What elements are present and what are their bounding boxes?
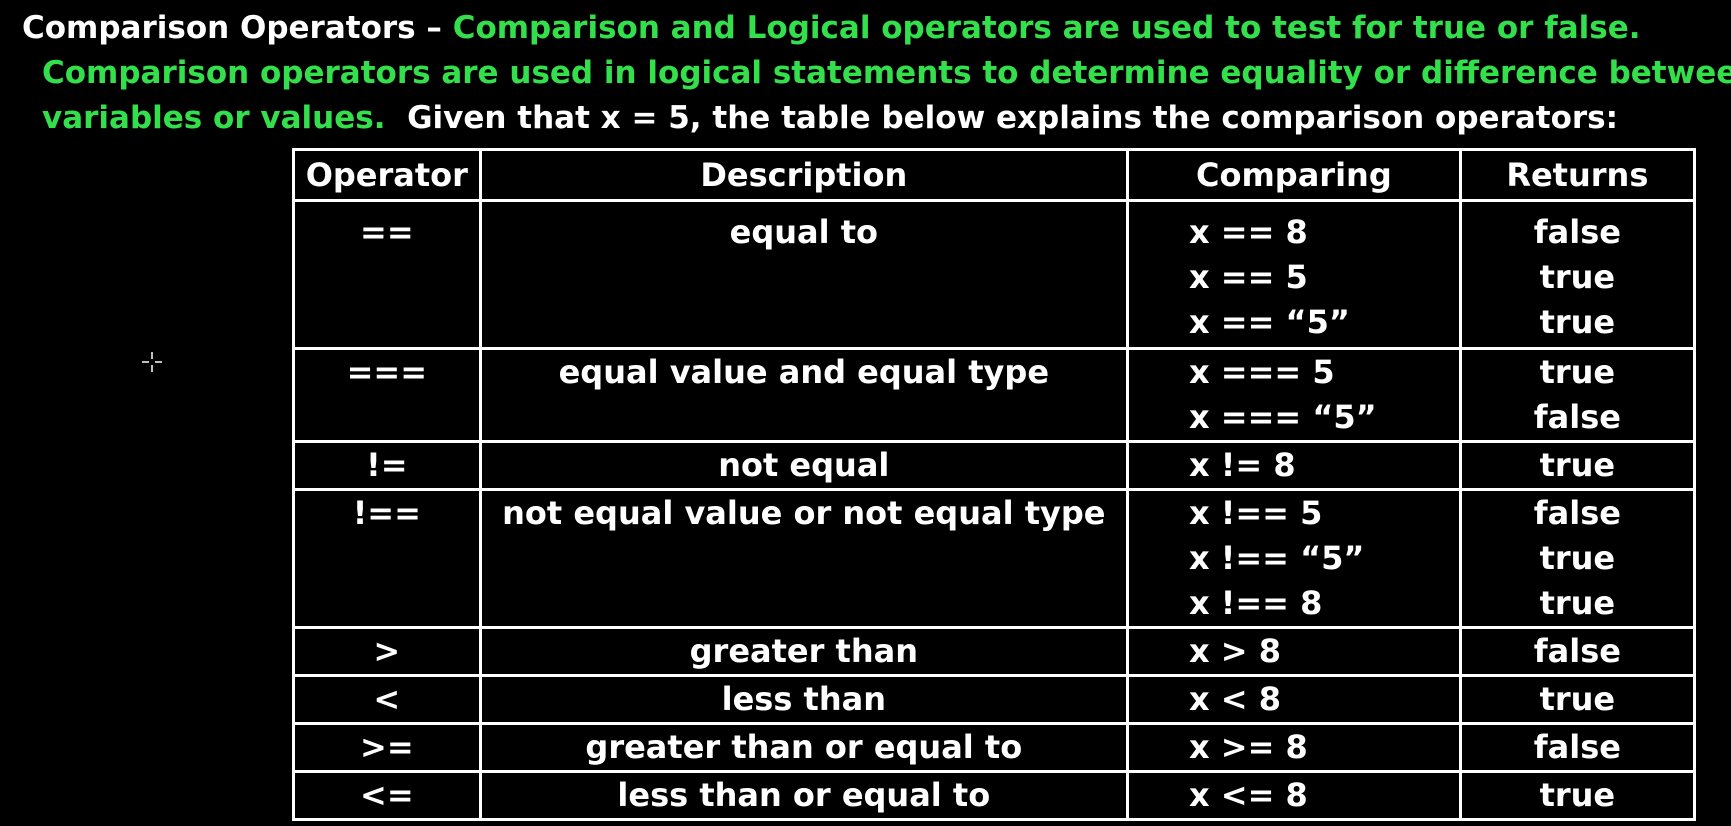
returns-cell: false [1458, 722, 1697, 773]
operator-description: less than [721, 680, 886, 718]
comparing-cell: x !== 5 x !== “5” x !== 8 [1125, 488, 1462, 629]
return-value: true [1539, 776, 1616, 814]
header-comparing: Comparing [1125, 148, 1462, 202]
comparing-cell: x > 8 [1125, 626, 1462, 677]
comparison-expression: x > 8 [1188, 632, 1281, 670]
comparison-expression: x <= 8 [1188, 776, 1308, 814]
operator-symbol: <= [360, 776, 414, 814]
description-cell: less than or equal to [478, 770, 1129, 821]
operator-description: equal to [729, 213, 878, 251]
return-value: false [1533, 398, 1621, 436]
comparison-expression: x !== “5” [1188, 539, 1365, 577]
comparing-cell: x === 5 x === “5” [1125, 347, 1462, 443]
comparison-expression: x == 8 [1188, 213, 1308, 251]
return-value: false [1533, 632, 1621, 670]
returns-cell: false [1458, 626, 1697, 677]
operator-cell: === [292, 347, 482, 443]
return-value: true [1539, 303, 1616, 341]
table-row: < less than x < 8 true [292, 674, 1697, 725]
table-header-row: Operator Description Comparing Returns [292, 148, 1697, 202]
comparing-cell: x == 8 x == 5 x == “5” [1125, 199, 1462, 350]
comparison-expression: x !== 8 [1188, 584, 1323, 622]
operator-symbol: == [360, 213, 414, 251]
operator-description: less than or equal to [617, 776, 991, 814]
header-operator: Operator [292, 148, 482, 202]
operator-cell: >= [292, 722, 482, 773]
operator-description: equal value and equal type [558, 353, 1050, 391]
header-returns: Returns [1458, 148, 1697, 202]
description-cell: not equal [478, 440, 1129, 491]
operator-cell: <= [292, 770, 482, 821]
description-cell: less than [478, 674, 1129, 725]
return-value: false [1533, 728, 1621, 766]
operator-description: greater than [689, 632, 918, 670]
operator-description: not equal value or not equal type [502, 494, 1106, 532]
description-cell: equal value and equal type [478, 347, 1129, 443]
comparing-cell: x != 8 [1125, 440, 1462, 491]
comparison-expression: x == “5” [1188, 303, 1350, 341]
table-row: > greater than x > 8 false [292, 626, 1697, 677]
table-row: != not equal x != 8 true [292, 440, 1697, 491]
operator-cell: !== [292, 488, 482, 629]
return-value: true [1539, 446, 1616, 484]
description-cell: greater than [478, 626, 1129, 677]
intro-green-line-1: Comparison and Logical operators are use… [452, 10, 1641, 46]
operator-symbol: !== [352, 494, 421, 532]
header-description: Description [478, 148, 1129, 202]
return-value: true [1539, 353, 1616, 391]
operator-cell: < [292, 674, 482, 725]
intro-white-line-3: Given that x = 5, the table below explai… [407, 100, 1619, 136]
comparison-expression: x != 8 [1188, 446, 1296, 484]
returns-cell: true [1458, 440, 1697, 491]
comparison-expression: x === “5” [1188, 398, 1377, 436]
operator-description: greater than or equal to [585, 728, 1023, 766]
operator-symbol: != [366, 446, 408, 484]
return-value: true [1539, 680, 1616, 718]
operator-symbol: < [373, 680, 401, 718]
comparing-cell: x < 8 [1125, 674, 1462, 725]
comparison-expression: x !== 5 [1188, 494, 1323, 532]
crosshair-cursor-icon [142, 352, 162, 372]
returns-cell: false true true [1458, 199, 1697, 350]
comparison-expression: x === 5 [1188, 353, 1335, 391]
operator-cell: == [292, 199, 482, 350]
comparing-cell: x >= 8 [1125, 722, 1462, 773]
intro-line-1: Comparison Operators – Comparison and Lo… [22, 6, 1722, 51]
intro-text: Comparison Operators – Comparison and Lo… [22, 6, 1731, 141]
intro-line-3: variables or values. Given that x = 5, t… [22, 96, 1722, 141]
return-value: true [1539, 584, 1616, 622]
operator-symbol: === [346, 353, 428, 391]
operator-description: not equal [718, 446, 890, 484]
operator-cell: != [292, 440, 482, 491]
description-cell: greater than or equal to [478, 722, 1129, 773]
return-value: false [1533, 494, 1621, 532]
intro-green-line-2: Comparison operators are used in logical… [42, 55, 1731, 91]
page-title: Comparison Operators – [22, 10, 453, 46]
returns-cell: true [1458, 674, 1697, 725]
operator-cell: > [292, 626, 482, 677]
intro-green-line-3: variables or values. [42, 100, 386, 136]
return-value: true [1539, 539, 1616, 577]
returns-cell: false true true [1458, 488, 1697, 629]
returns-cell: true [1458, 770, 1697, 821]
comparison-operators-table: Operator Description Comparing Returns =… [292, 148, 1697, 821]
return-value: true [1539, 258, 1616, 296]
return-value: false [1533, 213, 1621, 251]
operator-symbol: > [373, 632, 401, 670]
returns-cell: true false [1458, 347, 1697, 443]
table-row: >= greater than or equal to x >= 8 false [292, 722, 1697, 773]
table-row: == equal to x == 8 x == 5 x == “5” false… [292, 199, 1697, 350]
comparison-expression: x >= 8 [1188, 728, 1308, 766]
comparison-expression: x < 8 [1188, 680, 1281, 718]
table-row: === equal value and equal type x === 5 x… [292, 347, 1697, 443]
comparing-cell: x <= 8 [1125, 770, 1462, 821]
description-cell: not equal value or not equal type [478, 488, 1129, 629]
intro-line-2: Comparison operators are used in logical… [22, 51, 1731, 96]
table-row: <= less than or equal to x <= 8 true [292, 770, 1697, 821]
operator-symbol: >= [360, 728, 414, 766]
description-cell: equal to [478, 199, 1129, 350]
comparison-expression: x == 5 [1188, 258, 1308, 296]
table-row: !== not equal value or not equal type x … [292, 488, 1697, 629]
